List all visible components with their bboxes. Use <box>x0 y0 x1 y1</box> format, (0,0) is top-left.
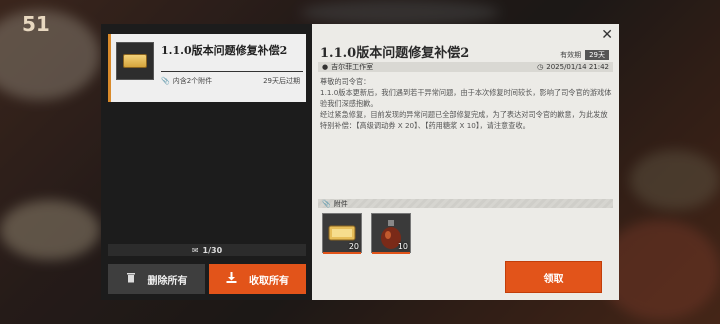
mail-list-item[interactable]: 1.1.0版本问题修复补偿2 📎 内含2个附件 29天后过期 <box>108 34 306 102</box>
envelope-icon: ✉ <box>191 245 199 255</box>
mail-date: 2025/01/14 21:42 <box>546 63 609 71</box>
attachment-quantity: 20 <box>348 242 359 251</box>
ticket-icon <box>123 54 147 68</box>
mail-detail-title: 1.1.0版本问题修复补偿2 <box>320 46 470 61</box>
validity: 有效期 29天 <box>560 50 609 60</box>
mail-item-attachments: 📎 内含2个附件 <box>161 76 212 86</box>
background-level-number: 51 <box>22 12 50 36</box>
attachment-item[interactable]: 10 <box>371 213 411 254</box>
paperclip-icon: 📎 <box>161 77 170 85</box>
paperclip-icon: 📎 <box>322 199 331 208</box>
mail-body-paragraph: 1.1.0版本更新后，我们遇到若干异常问题，由于本次修复时间较长，影响了司令官的… <box>320 88 612 108</box>
collect-all-button[interactable]: 收取所有 <box>209 264 306 294</box>
attachments-header: 📎 附件 <box>318 199 613 208</box>
delete-all-button[interactable]: 删除所有 <box>108 264 205 294</box>
rarity-bar <box>323 252 361 254</box>
download-icon <box>226 272 237 286</box>
close-icon[interactable]: ✕ <box>601 27 613 43</box>
mail-detail-panel: ✕ 1.1.0版本问题修复补偿2 有效期 29天 ● 吉尔菲工作室 ◷ 2025… <box>312 24 619 300</box>
attachment-item[interactable]: 20 <box>322 213 362 254</box>
mail-list-panel: 1.1.0版本问题修复补偿2 📎 内含2个附件 29天后过期 ✉ 1/30 删除… <box>101 24 312 300</box>
clock-icon: ◷ <box>537 63 544 71</box>
mail-body-paragraph: 经过紧急修复，目前发现的异常问题已全部修复完成，为了表达对司令官的歉意，为此发放… <box>320 110 608 130</box>
attachment-quantity: 10 <box>397 242 408 251</box>
mail-body: 尊敬的司令官： 1.1.0版本更新后，我们遇到若干异常问题，由于本次修复时间较长… <box>320 76 612 131</box>
validity-badge: 29天 <box>585 50 609 60</box>
trash-icon <box>126 272 136 286</box>
claim-button[interactable]: 领取 <box>505 261 602 293</box>
collect-all-label: 收取所有 <box>249 275 289 287</box>
rarity-bar <box>372 252 410 254</box>
mail-count-bar: ✉ 1/30 <box>108 244 306 256</box>
validity-label: 有效期 <box>560 51 582 59</box>
divider <box>161 71 303 72</box>
mail-meta-bar: ● 吉尔菲工作室 ◷ 2025/01/14 21:42 <box>318 62 613 72</box>
mail-item-expire: 29天后过期 <box>263 77 300 85</box>
sender-name: 吉尔菲工作室 <box>331 63 374 71</box>
mail-body-greeting: 尊敬的司令官： <box>320 77 371 86</box>
mail-item-title: 1.1.0版本问题修复补偿2 <box>161 44 288 57</box>
delete-all-label: 删除所有 <box>147 275 188 287</box>
sender: ● 吉尔菲工作室 <box>322 62 373 72</box>
attachments-label: 附件 <box>333 199 348 208</box>
mail-item-attachments-label: 内含2个附件 <box>172 77 213 85</box>
mail-count: 1/30 <box>202 245 223 255</box>
date: ◷ 2025/01/14 21:42 <box>537 63 609 71</box>
user-icon: ● <box>322 63 329 71</box>
mail-thumbnail <box>116 42 154 80</box>
